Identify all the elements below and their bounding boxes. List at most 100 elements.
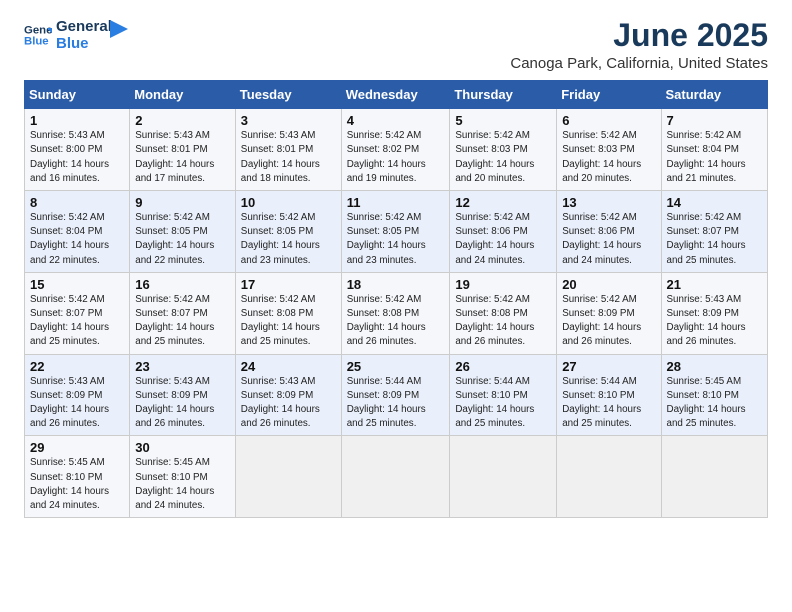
calendar-cell: 17Sunrise: 5:42 AM Sunset: 8:08 PM Dayli… [235, 272, 341, 354]
calendar-cell: 25Sunrise: 5:44 AM Sunset: 8:09 PM Dayli… [341, 354, 450, 436]
header-tuesday: Tuesday [235, 81, 341, 109]
calendar-cell [661, 436, 767, 518]
calendar-week-row: 15Sunrise: 5:42 AM Sunset: 8:07 PM Dayli… [25, 272, 768, 354]
header-sunday: Sunday [25, 81, 130, 109]
day-info: Sunrise: 5:43 AM Sunset: 8:09 PM Dayligh… [30, 375, 124, 432]
day-number: 12 [455, 195, 551, 210]
day-info: Sunrise: 5:45 AM Sunset: 8:10 PM Dayligh… [135, 456, 230, 513]
day-info: Sunrise: 5:44 AM Sunset: 8:09 PM Dayligh… [347, 375, 445, 432]
calendar-cell: 14Sunrise: 5:42 AM Sunset: 8:07 PM Dayli… [661, 191, 767, 273]
calendar-cell: 27Sunrise: 5:44 AM Sunset: 8:10 PM Dayli… [557, 354, 661, 436]
day-info: Sunrise: 5:42 AM Sunset: 8:04 PM Dayligh… [30, 211, 124, 268]
calendar-cell: 8Sunrise: 5:42 AM Sunset: 8:04 PM Daylig… [25, 191, 130, 273]
calendar-cell: 13Sunrise: 5:42 AM Sunset: 8:06 PM Dayli… [557, 191, 661, 273]
day-info: Sunrise: 5:42 AM Sunset: 8:07 PM Dayligh… [30, 293, 124, 350]
day-number: 18 [347, 277, 445, 292]
day-info: Sunrise: 5:43 AM Sunset: 8:09 PM Dayligh… [667, 293, 762, 350]
calendar-cell [235, 436, 341, 518]
calendar-week-row: 1Sunrise: 5:43 AM Sunset: 8:00 PM Daylig… [25, 109, 768, 191]
header-saturday: Saturday [661, 81, 767, 109]
day-info: Sunrise: 5:42 AM Sunset: 8:05 PM Dayligh… [135, 211, 230, 268]
day-info: Sunrise: 5:42 AM Sunset: 8:04 PM Dayligh… [667, 129, 762, 186]
day-info: Sunrise: 5:43 AM Sunset: 8:00 PM Dayligh… [30, 129, 124, 186]
day-number: 22 [30, 359, 124, 374]
day-number: 16 [135, 277, 230, 292]
subtitle: Canoga Park, California, United States [510, 55, 768, 72]
calendar-cell: 21Sunrise: 5:43 AM Sunset: 8:09 PM Dayli… [661, 272, 767, 354]
day-number: 17 [241, 277, 336, 292]
day-info: Sunrise: 5:42 AM Sunset: 8:09 PM Dayligh… [562, 293, 655, 350]
calendar-week-row: 29Sunrise: 5:45 AM Sunset: 8:10 PM Dayli… [25, 436, 768, 518]
day-number: 23 [135, 359, 230, 374]
day-number: 1 [30, 113, 124, 128]
day-number: 25 [347, 359, 445, 374]
day-info: Sunrise: 5:43 AM Sunset: 8:01 PM Dayligh… [241, 129, 336, 186]
day-number: 14 [667, 195, 762, 210]
day-number: 4 [347, 113, 445, 128]
day-info: Sunrise: 5:45 AM Sunset: 8:10 PM Dayligh… [30, 456, 124, 513]
calendar-cell: 1Sunrise: 5:43 AM Sunset: 8:00 PM Daylig… [25, 109, 130, 191]
day-info: Sunrise: 5:42 AM Sunset: 8:05 PM Dayligh… [241, 211, 336, 268]
header: General Blue General Blue June 2025 Cano… [24, 18, 768, 72]
day-number: 11 [347, 195, 445, 210]
day-info: Sunrise: 5:42 AM Sunset: 8:03 PM Dayligh… [455, 129, 551, 186]
day-info: Sunrise: 5:42 AM Sunset: 8:02 PM Dayligh… [347, 129, 445, 186]
calendar-cell: 10Sunrise: 5:42 AM Sunset: 8:05 PM Dayli… [235, 191, 341, 273]
calendar-cell [341, 436, 450, 518]
day-info: Sunrise: 5:42 AM Sunset: 8:08 PM Dayligh… [347, 293, 445, 350]
svg-text:General: General [24, 25, 52, 37]
day-number: 3 [241, 113, 336, 128]
day-info: Sunrise: 5:42 AM Sunset: 8:06 PM Dayligh… [562, 211, 655, 268]
calendar-cell: 23Sunrise: 5:43 AM Sunset: 8:09 PM Dayli… [130, 354, 236, 436]
header-wednesday: Wednesday [341, 81, 450, 109]
day-number: 24 [241, 359, 336, 374]
calendar-cell: 28Sunrise: 5:45 AM Sunset: 8:10 PM Dayli… [661, 354, 767, 436]
calendar-cell: 2Sunrise: 5:43 AM Sunset: 8:01 PM Daylig… [130, 109, 236, 191]
day-number: 2 [135, 113, 230, 128]
logo-icon: General Blue [24, 21, 52, 49]
calendar-cell: 29Sunrise: 5:45 AM Sunset: 8:10 PM Dayli… [25, 436, 130, 518]
logo-text-blue: Blue [56, 35, 112, 52]
header-thursday: Thursday [450, 81, 557, 109]
svg-text:Blue: Blue [24, 36, 49, 48]
calendar-cell: 11Sunrise: 5:42 AM Sunset: 8:05 PM Dayli… [341, 191, 450, 273]
calendar-cell: 26Sunrise: 5:44 AM Sunset: 8:10 PM Dayli… [450, 354, 557, 436]
day-info: Sunrise: 5:44 AM Sunset: 8:10 PM Dayligh… [455, 375, 551, 432]
calendar-header-row: Sunday Monday Tuesday Wednesday Thursday… [25, 81, 768, 109]
day-info: Sunrise: 5:45 AM Sunset: 8:10 PM Dayligh… [667, 375, 762, 432]
day-info: Sunrise: 5:42 AM Sunset: 8:06 PM Dayligh… [455, 211, 551, 268]
calendar-cell: 24Sunrise: 5:43 AM Sunset: 8:09 PM Dayli… [235, 354, 341, 436]
header-friday: Friday [557, 81, 661, 109]
day-number: 5 [455, 113, 551, 128]
day-number: 19 [455, 277, 551, 292]
calendar-cell: 20Sunrise: 5:42 AM Sunset: 8:09 PM Dayli… [557, 272, 661, 354]
logo-text-general: General [56, 18, 112, 35]
day-number: 6 [562, 113, 655, 128]
day-info: Sunrise: 5:42 AM Sunset: 8:08 PM Dayligh… [455, 293, 551, 350]
day-number: 27 [562, 359, 655, 374]
day-info: Sunrise: 5:43 AM Sunset: 8:09 PM Dayligh… [135, 375, 230, 432]
day-number: 28 [667, 359, 762, 374]
calendar-cell: 18Sunrise: 5:42 AM Sunset: 8:08 PM Dayli… [341, 272, 450, 354]
calendar-cell [557, 436, 661, 518]
day-number: 7 [667, 113, 762, 128]
calendar-cell: 12Sunrise: 5:42 AM Sunset: 8:06 PM Dayli… [450, 191, 557, 273]
calendar-cell: 30Sunrise: 5:45 AM Sunset: 8:10 PM Dayli… [130, 436, 236, 518]
day-number: 20 [562, 277, 655, 292]
header-monday: Monday [130, 81, 236, 109]
day-number: 10 [241, 195, 336, 210]
calendar-week-row: 22Sunrise: 5:43 AM Sunset: 8:09 PM Dayli… [25, 354, 768, 436]
day-info: Sunrise: 5:42 AM Sunset: 8:08 PM Dayligh… [241, 293, 336, 350]
day-number: 8 [30, 195, 124, 210]
calendar-cell: 15Sunrise: 5:42 AM Sunset: 8:07 PM Dayli… [25, 272, 130, 354]
day-info: Sunrise: 5:42 AM Sunset: 8:07 PM Dayligh… [135, 293, 230, 350]
day-number: 26 [455, 359, 551, 374]
logo: General Blue General Blue [24, 18, 128, 53]
day-number: 15 [30, 277, 124, 292]
calendar-week-row: 8Sunrise: 5:42 AM Sunset: 8:04 PM Daylig… [25, 191, 768, 273]
day-info: Sunrise: 5:43 AM Sunset: 8:09 PM Dayligh… [241, 375, 336, 432]
title-area: June 2025 Canoga Park, California, Unite… [510, 18, 768, 72]
day-number: 30 [135, 440, 230, 455]
calendar-cell: 16Sunrise: 5:42 AM Sunset: 8:07 PM Dayli… [130, 272, 236, 354]
calendar-cell: 6Sunrise: 5:42 AM Sunset: 8:03 PM Daylig… [557, 109, 661, 191]
